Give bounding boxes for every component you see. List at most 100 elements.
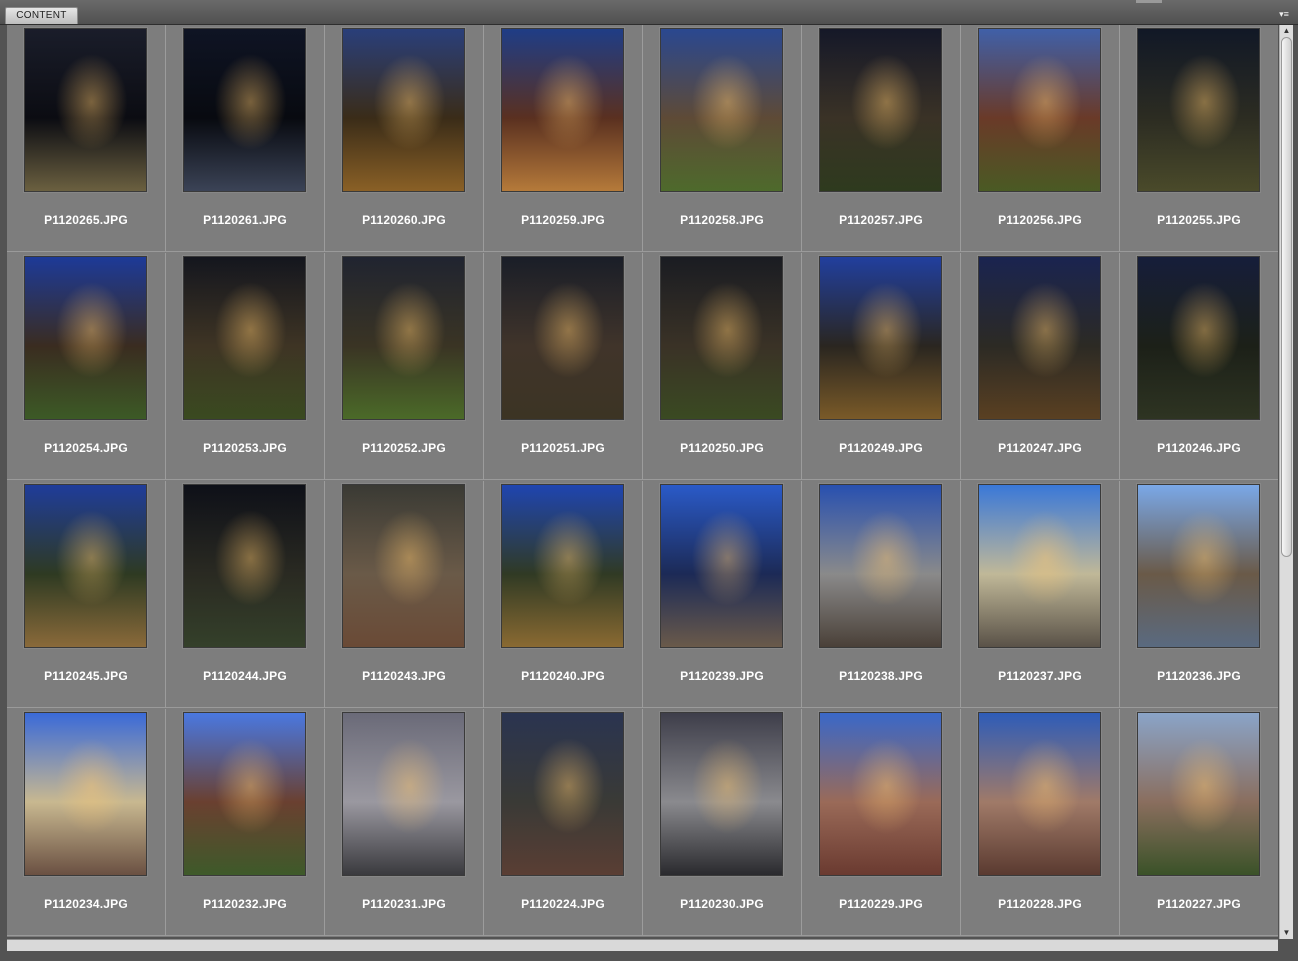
thumbnail-cell[interactable]: P1120249.JPG — [802, 253, 961, 480]
thumbnail-filename: P1120250.JPG — [680, 441, 764, 455]
thumbnail-row: P1120234.JPG P1120232.JPG P1120231.JPG P112… — [7, 709, 1278, 936]
photo-thumbnail[interactable] — [819, 712, 942, 876]
thumbnail-cell[interactable]: P1120252.JPG — [325, 253, 484, 480]
photo-thumbnail[interactable] — [1137, 256, 1260, 420]
photo-thumbnail[interactable] — [978, 484, 1101, 648]
photo-thumbnail[interactable] — [978, 712, 1101, 876]
thumbnail-row: P1120265.JPG P1120261.JPG P1120260.JPG P112… — [7, 25, 1278, 252]
photo-thumbnail[interactable] — [24, 712, 147, 876]
thumbnail-cell[interactable]: P1120240.JPG — [484, 481, 643, 708]
thumbnail-cell[interactable]: P1120253.JPG — [166, 253, 325, 480]
content-panel: CONTENT ▾≡ P1120265.JPG P1120261.JPG P1120… — [0, 0, 1298, 961]
thumbnail-filename: P1120231.JPG — [362, 897, 446, 911]
thumbnail-filename: P1120246.JPG — [1157, 441, 1241, 455]
thumbnail-row: P1120245.JPG P1120244.JPG P1120243.JPG P112… — [7, 481, 1278, 708]
thumbnail-cell[interactable]: P1120265.JPG — [7, 25, 166, 252]
photo-thumbnail[interactable] — [183, 484, 306, 648]
thumbnail-filename: P1120224.JPG — [521, 897, 605, 911]
thumbnail-filename: P1120255.JPG — [1157, 213, 1241, 227]
photo-thumbnail[interactable] — [342, 256, 465, 420]
photo-thumbnail[interactable] — [24, 28, 147, 192]
thumbnail-cell[interactable]: P1120238.JPG — [802, 481, 961, 708]
photo-thumbnail[interactable] — [660, 256, 783, 420]
content-tab[interactable]: CONTENT — [5, 7, 78, 24]
thumbnail-filename: P1120245.JPG — [44, 669, 128, 683]
thumbnail-filename: P1120254.JPG — [44, 441, 128, 455]
horizontal-scrollbar[interactable] — [7, 939, 1278, 951]
photo-thumbnail[interactable] — [819, 256, 942, 420]
photo-thumbnail[interactable] — [660, 484, 783, 648]
thumbnail-grid: P1120265.JPG P1120261.JPG P1120260.JPG P112… — [7, 25, 1278, 937]
vertical-scrollbar[interactable]: ▲ ▼ — [1279, 25, 1293, 939]
photo-thumbnail[interactable] — [183, 256, 306, 420]
photo-thumbnail[interactable] — [501, 484, 624, 648]
photo-thumbnail[interactable] — [342, 28, 465, 192]
thumbnail-cell[interactable]: P1120230.JPG — [643, 709, 802, 936]
thumbnail-cell[interactable]: P1120227.JPG — [1120, 709, 1278, 936]
photo-thumbnail[interactable] — [24, 256, 147, 420]
thumbnail-filename: P1120238.JPG — [839, 669, 923, 683]
photo-thumbnail[interactable] — [819, 484, 942, 648]
thumbnail-cell[interactable]: P1120232.JPG — [166, 709, 325, 936]
panel-top-handle — [1136, 0, 1162, 3]
thumbnail-cell[interactable]: P1120255.JPG — [1120, 25, 1278, 252]
thumbnail-filename: P1120243.JPG — [362, 669, 446, 683]
thumbnail-filename: P1120247.JPG — [998, 441, 1082, 455]
thumbnail-filename: P1120228.JPG — [998, 897, 1082, 911]
thumbnail-cell[interactable]: P1120229.JPG — [802, 709, 961, 936]
photo-thumbnail[interactable] — [978, 28, 1101, 192]
thumbnail-cell[interactable]: P1120243.JPG — [325, 481, 484, 708]
photo-thumbnail[interactable] — [342, 484, 465, 648]
thumbnail-cell[interactable]: P1120256.JPG — [961, 25, 1120, 252]
thumbnail-cell[interactable]: P1120251.JPG — [484, 253, 643, 480]
thumbnail-cell[interactable]: P1120254.JPG — [7, 253, 166, 480]
thumbnail-cell[interactable]: P1120261.JPG — [166, 25, 325, 252]
thumbnail-cell[interactable]: P1120250.JPG — [643, 253, 802, 480]
thumbnail-filename: P1120257.JPG — [839, 213, 923, 227]
thumbnail-cell[interactable]: P1120236.JPG — [1120, 481, 1278, 708]
thumbnail-filename: P1120229.JPG — [839, 897, 923, 911]
thumbnail-cell[interactable]: P1120239.JPG — [643, 481, 802, 708]
photo-thumbnail[interactable] — [1137, 712, 1260, 876]
thumbnail-row: P1120254.JPG P1120253.JPG P1120252.JPG P112… — [7, 253, 1278, 480]
thumbnail-filename: P1120249.JPG — [839, 441, 923, 455]
thumbnail-filename: P1120261.JPG — [203, 213, 287, 227]
thumbnail-filename: P1120259.JPG — [521, 213, 605, 227]
thumbnail-cell[interactable]: P1120258.JPG — [643, 25, 802, 252]
thumbnail-cell[interactable]: P1120246.JPG — [1120, 253, 1278, 480]
thumbnail-filename: P1120236.JPG — [1157, 669, 1241, 683]
photo-thumbnail[interactable] — [1137, 484, 1260, 648]
scrollbar-thumb[interactable] — [1281, 37, 1292, 557]
thumbnail-cell[interactable]: P1120259.JPG — [484, 25, 643, 252]
photo-thumbnail[interactable] — [342, 712, 465, 876]
photo-thumbnail[interactable] — [660, 28, 783, 192]
thumbnail-cell[interactable]: P1120244.JPG — [166, 481, 325, 708]
thumbnail-filename: P1120227.JPG — [1157, 897, 1241, 911]
photo-thumbnail[interactable] — [660, 712, 783, 876]
thumbnail-cell[interactable]: P1120224.JPG — [484, 709, 643, 936]
thumbnail-filename: P1120258.JPG — [680, 213, 764, 227]
photo-thumbnail[interactable] — [978, 256, 1101, 420]
photo-thumbnail[interactable] — [24, 484, 147, 648]
photo-thumbnail[interactable] — [501, 28, 624, 192]
thumbnail-cell[interactable]: P1120234.JPG — [7, 709, 166, 936]
thumbnail-cell[interactable]: P1120231.JPG — [325, 709, 484, 936]
photo-thumbnail[interactable] — [1137, 28, 1260, 192]
thumbnail-filename: P1120239.JPG — [680, 669, 764, 683]
photo-thumbnail[interactable] — [501, 256, 624, 420]
scroll-up-arrow-icon[interactable]: ▲ — [1280, 25, 1293, 37]
thumbnail-cell[interactable]: P1120257.JPG — [802, 25, 961, 252]
panel-menu-icon[interactable]: ▾≡ — [1276, 8, 1292, 20]
thumbnail-cell[interactable]: P1120237.JPG — [961, 481, 1120, 708]
thumbnail-cell[interactable]: P1120260.JPG — [325, 25, 484, 252]
thumbnail-filename: P1120232.JPG — [203, 897, 287, 911]
thumbnail-cell[interactable]: P1120245.JPG — [7, 481, 166, 708]
thumbnail-cell[interactable]: P1120247.JPG — [961, 253, 1120, 480]
scroll-down-arrow-icon[interactable]: ▼ — [1280, 927, 1293, 939]
photo-thumbnail[interactable] — [183, 712, 306, 876]
photo-thumbnail[interactable] — [501, 712, 624, 876]
thumbnail-filename: P1120251.JPG — [521, 441, 605, 455]
photo-thumbnail[interactable] — [819, 28, 942, 192]
photo-thumbnail[interactable] — [183, 28, 306, 192]
thumbnail-cell[interactable]: P1120228.JPG — [961, 709, 1120, 936]
